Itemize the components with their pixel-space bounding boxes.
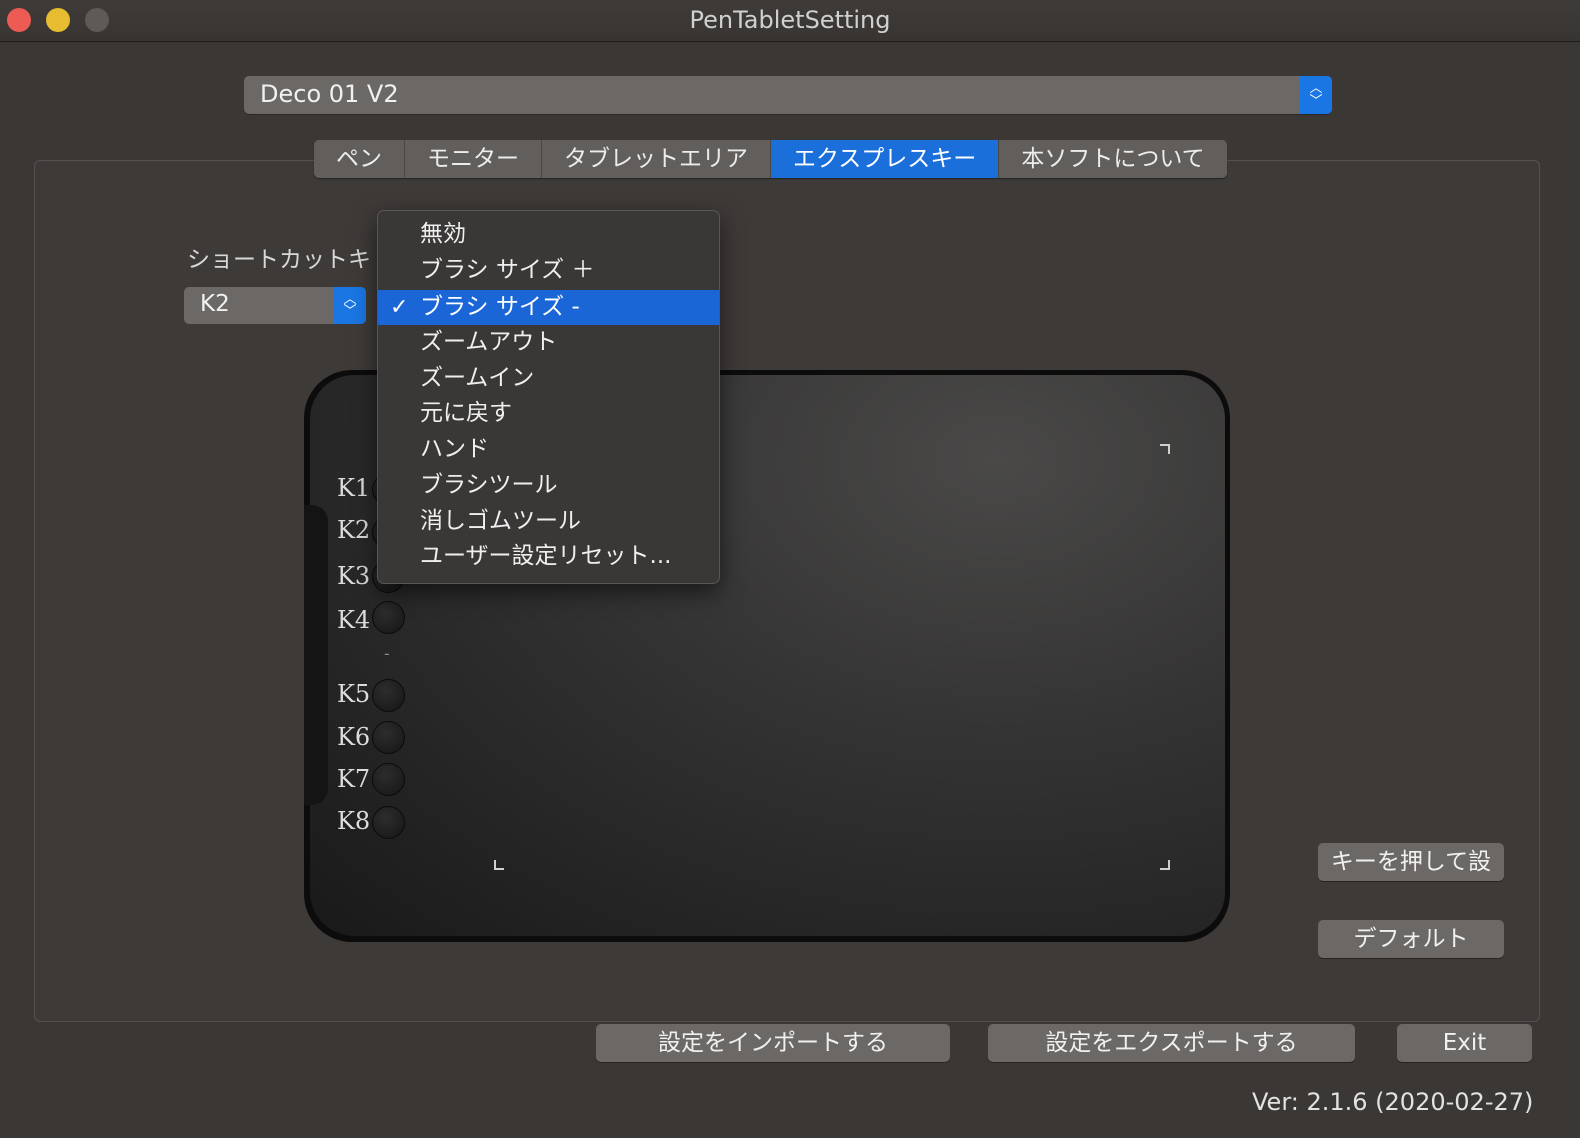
app-window: PenTabletSetting Deco 01 V2 ︿ ﹀ ペン モニター … <box>0 0 1580 1138</box>
tablet-key-k6[interactable] <box>372 721 405 754</box>
key-function-menu: 無効 ブラシ サイズ ＋ ✓ ブラシ サイズ - ズームアウト ズームイン 元に戻… <box>377 210 720 584</box>
window-title: PenTabletSetting <box>689 6 891 34</box>
menu-item-brush-tool[interactable]: ブラシツール <box>378 468 719 503</box>
menu-item-disable[interactable]: 無効 <box>378 217 719 252</box>
device-select-value: Deco 01 V2 <box>260 80 399 108</box>
checkmark-icon: ✓ <box>390 295 409 320</box>
active-area-corner-bottom-right <box>1160 860 1170 870</box>
tablet-key-label-k6: K6 <box>337 723 371 751</box>
tab-about[interactable]: 本ソフトについて <box>999 140 1227 178</box>
shortcut-key-label: ショートカットキ <box>187 247 371 273</box>
menu-item-brush-size-up[interactable]: ブラシ サイズ ＋ <box>378 253 719 288</box>
menu-item-label: 無効 <box>420 221 466 247</box>
tab-monitor[interactable]: モニター <box>405 140 542 178</box>
tablet-key-label-k2: K2 <box>337 516 371 544</box>
tablet-key-label-k4: K4 <box>337 606 371 634</box>
active-area-corner-top-right <box>1160 444 1170 454</box>
tablet-key-label-k1: K1 <box>337 474 371 502</box>
device-select[interactable]: Deco 01 V2 ︿ ﹀ <box>244 76 1332 114</box>
tab-tablet-area[interactable]: タブレットエリア <box>542 140 771 178</box>
menu-item-user-setting-reset[interactable]: ユーザー設定リセット... <box>378 539 719 574</box>
tablet-key-label-k7: K7 <box>337 765 371 793</box>
title-bar[interactable]: PenTabletSetting <box>0 0 1580 42</box>
tablet-key-k4[interactable] <box>372 601 405 634</box>
key-group-divider: - <box>384 644 390 663</box>
default-button[interactable]: デフォルト <box>1318 920 1504 958</box>
menu-item-label: ハンド <box>420 436 489 462</box>
tablet-key-label-k8: K8 <box>337 807 371 835</box>
key-select[interactable]: K2 ︿ ﹀ <box>184 287 366 324</box>
menu-item-zoom-out[interactable]: ズームアウト <box>378 325 719 360</box>
press-key-button[interactable]: キーを押して設 <box>1318 843 1504 881</box>
tablet-key-k5[interactable] <box>372 679 405 712</box>
menu-item-label: ブラシツール <box>420 472 558 498</box>
menu-item-label: ズームイン <box>420 365 535 391</box>
menu-item-undo[interactable]: 元に戻す <box>378 396 719 431</box>
menu-item-brush-size-down[interactable]: ✓ ブラシ サイズ - <box>378 290 719 325</box>
export-settings-button[interactable]: 設定をエクスポートする <box>988 1024 1355 1062</box>
menu-item-label: ブラシ サイズ - <box>420 294 580 320</box>
menu-item-eraser-tool[interactable]: 消しゴムツール <box>378 504 719 539</box>
tab-bar: ペン モニター タブレットエリア エクスプレスキー 本ソフトについて <box>314 140 1227 178</box>
version-label: Ver: 2.1.6 (2020-02-27) <box>1252 1088 1534 1116</box>
key-select-stepper[interactable]: ︿ ﹀ <box>334 287 366 324</box>
menu-item-hand[interactable]: ハンド <box>378 432 719 467</box>
menu-item-label: ブラシ サイズ ＋ <box>420 257 595 283</box>
menu-item-label: ズームアウト <box>420 329 558 355</box>
active-area-corner-bottom-left <box>494 860 504 870</box>
chevron-down-icon: ﹀ <box>1309 94 1323 109</box>
tab-express-keys[interactable]: エクスプレスキー <box>771 140 1000 178</box>
device-select-stepper[interactable]: ︿ ﹀ <box>1300 76 1332 114</box>
tablet-key-k7[interactable] <box>372 763 405 796</box>
import-settings-button[interactable]: 設定をインポートする <box>596 1024 950 1062</box>
menu-item-label: 消しゴムツール <box>420 508 581 534</box>
menu-item-label: ユーザー設定リセット... <box>420 543 672 569</box>
exit-button[interactable]: Exit <box>1397 1024 1532 1062</box>
tablet-key-rail <box>304 505 328 805</box>
tablet-key-k8[interactable] <box>372 806 405 839</box>
chevron-down-icon: ﹀ <box>343 304 357 319</box>
tablet-key-label-k5: K5 <box>337 680 371 708</box>
tab-pen[interactable]: ペン <box>314 140 405 178</box>
menu-item-zoom-in[interactable]: ズームイン <box>378 361 719 396</box>
tablet-key-label-k3: K3 <box>337 562 371 590</box>
menu-item-label: 元に戻す <box>420 400 512 426</box>
key-select-value: K2 <box>200 291 230 317</box>
